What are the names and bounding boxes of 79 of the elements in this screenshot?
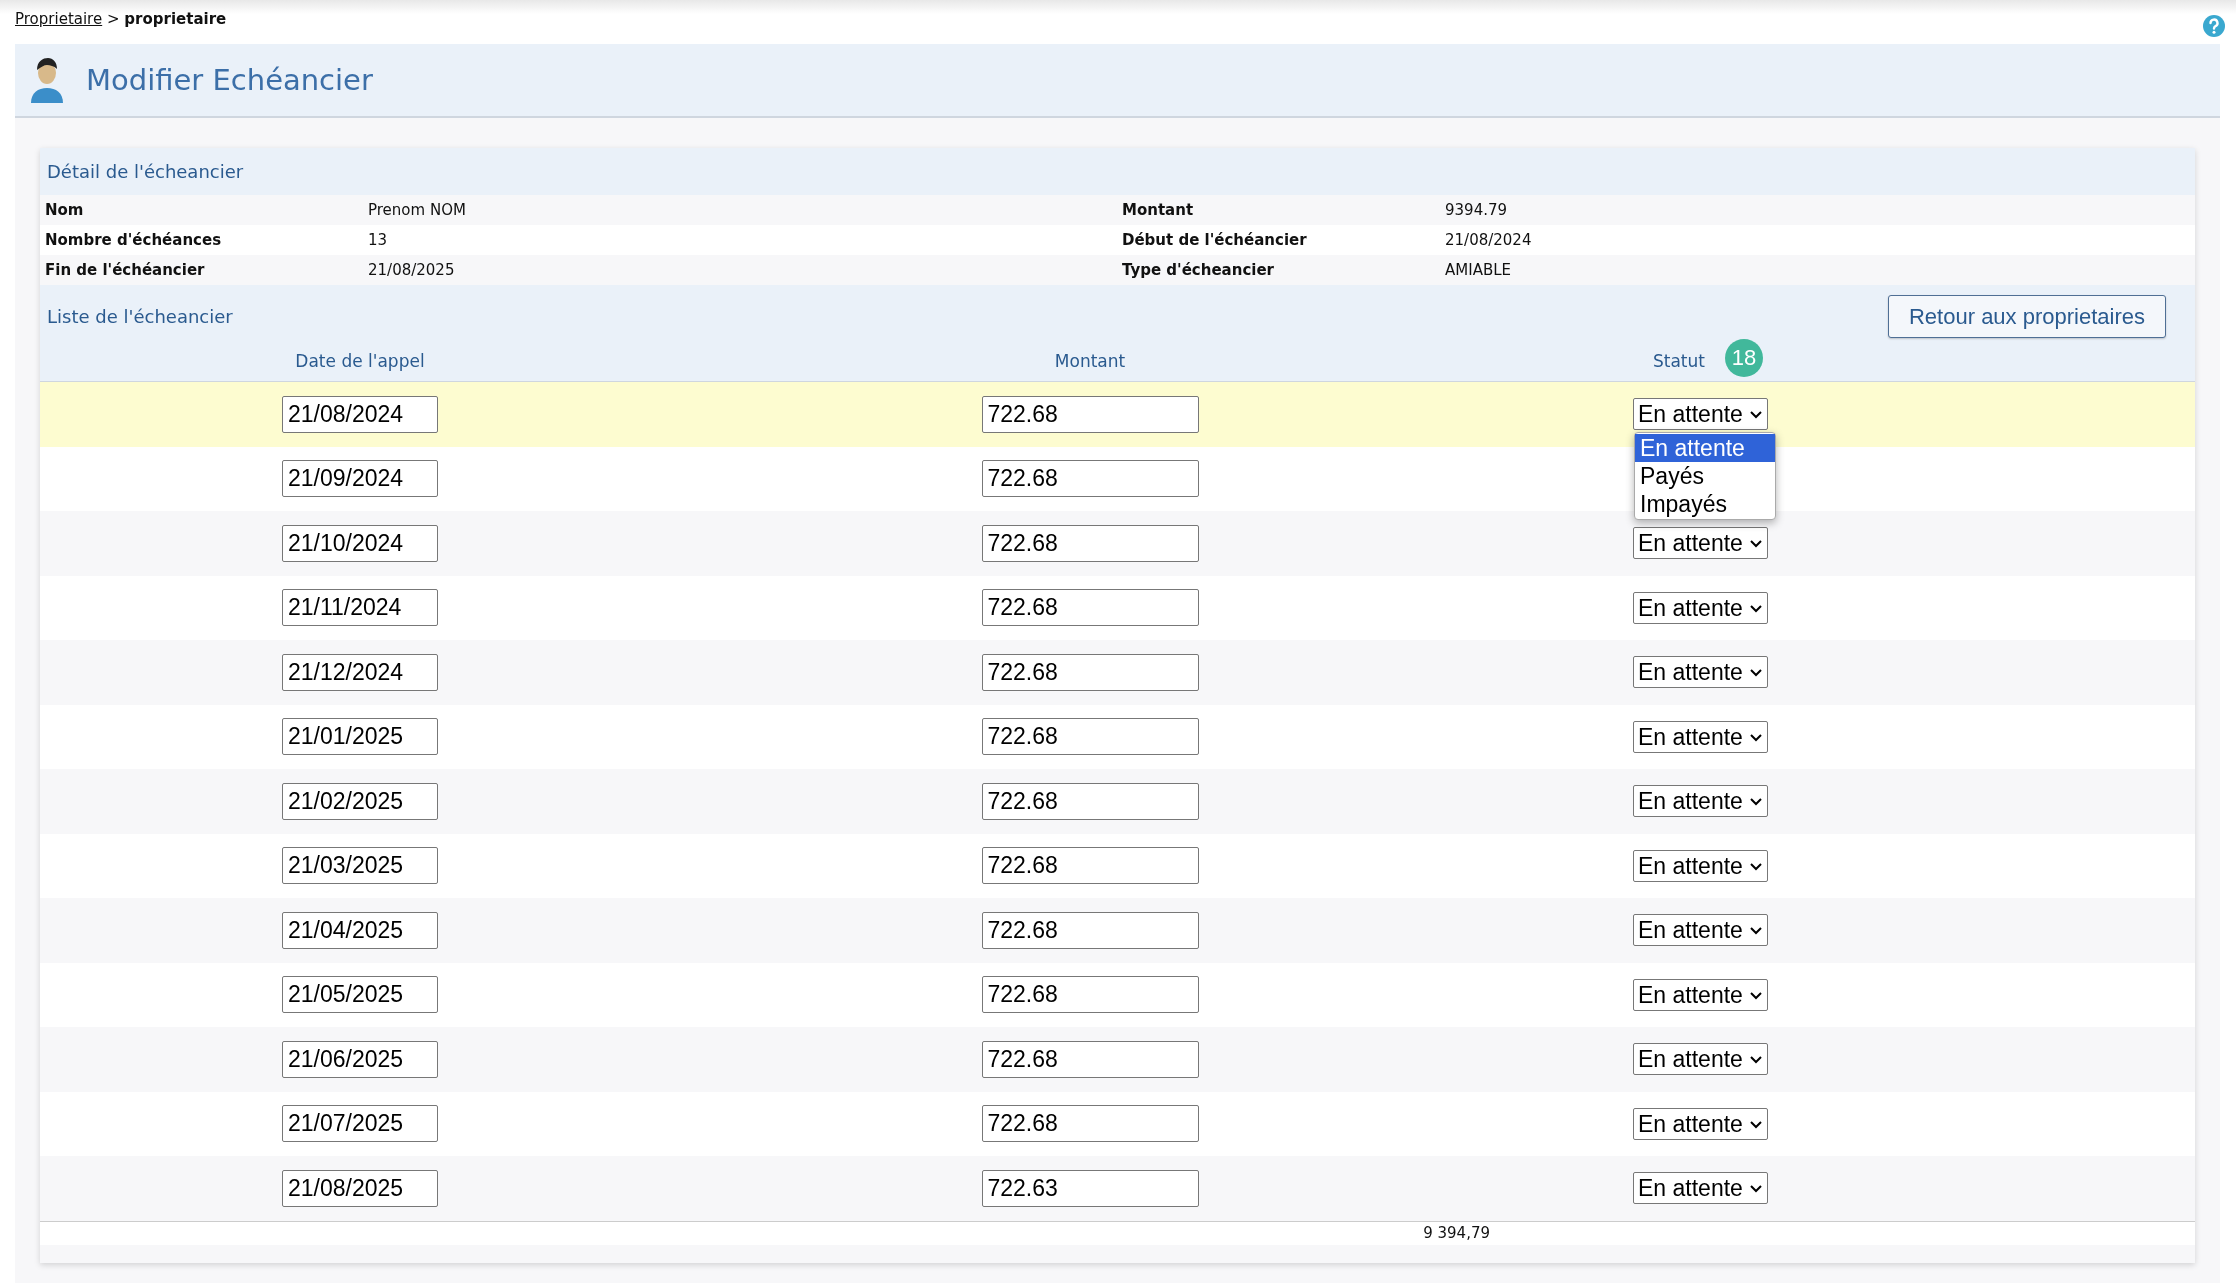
back-button[interactable]: Retour aux proprietaires <box>1888 295 2166 338</box>
status-select[interactable]: En attente <box>1633 1172 1768 1205</box>
date-field[interactable]: 21/12/2024 <box>282 653 438 691</box>
amount-field[interactable]: 722.68 <box>981 847 1199 885</box>
caret-icon <box>1748 796 1763 807</box>
amount-field[interactable]: 722.68 <box>981 395 1199 433</box>
amount-field[interactable]: 722.68 <box>981 589 1199 627</box>
amount-field[interactable]: 722.68 <box>981 911 1199 949</box>
date-field[interactable]: 21/10/2024 <box>282 524 438 562</box>
field-label: Nombre d'échéances <box>45 229 223 251</box>
caret-icon <box>1748 989 1763 1000</box>
field-label: Type d'écheancier <box>1122 259 1275 281</box>
field-value: 13 <box>368 229 389 251</box>
field-label: Nom <box>45 199 85 221</box>
column-header: Date de l'appel <box>295 349 425 373</box>
caret-icon <box>1748 1118 1763 1129</box>
help-icon[interactable] <box>2202 14 2226 38</box>
user-icon <box>30 56 64 104</box>
status-select[interactable]: En attente <box>1633 398 1768 431</box>
status-select[interactable]: En attente <box>1633 849 1768 882</box>
dropdown-option[interactable]: Payés <box>1635 462 1775 491</box>
status-select[interactable]: En attente <box>1633 720 1768 753</box>
status-select[interactable]: En attente <box>1633 591 1768 624</box>
field-value: 21/08/2024 <box>1445 229 1533 251</box>
section-title: Liste de l'écheancier <box>47 305 233 329</box>
caret-icon <box>1748 1183 1763 1194</box>
amount-field[interactable]: 722.68 <box>981 1040 1199 1078</box>
amount-field[interactable]: 722.68 <box>981 524 1199 562</box>
status-select[interactable]: En attente <box>1633 656 1768 689</box>
date-field[interactable]: 21/08/2024 <box>282 395 438 433</box>
status-select[interactable]: En attente <box>1633 1107 1768 1140</box>
date-field[interactable]: 21/04/2025 <box>282 911 438 949</box>
status-select[interactable]: En attente <box>1633 978 1768 1011</box>
field-value: 9394.79 <box>1445 199 1509 221</box>
amount-field[interactable]: 722.63 <box>981 1169 1199 1207</box>
caret-icon <box>1748 667 1763 678</box>
caret-icon <box>1748 409 1763 420</box>
breadcrumb-current: proprietaire <box>124 10 227 28</box>
status-select[interactable]: En attente <box>1633 527 1768 560</box>
caret-icon <box>1748 860 1763 871</box>
breadcrumb-link[interactable]: Proprietaire <box>15 10 103 28</box>
amount-field[interactable]: 722.68 <box>981 460 1199 498</box>
amount-field[interactable]: 722.68 <box>981 718 1199 756</box>
amount-field[interactable]: 722.68 <box>981 976 1199 1014</box>
column-header: Statut <box>1653 350 1705 371</box>
caret-icon <box>1748 538 1763 549</box>
amount-field[interactable]: 722.68 <box>981 1105 1199 1143</box>
section-title: Détail de l'écheancier <box>46 160 245 184</box>
column-header: Montant <box>1054 349 1126 373</box>
caret-icon <box>1748 925 1763 936</box>
caret-icon <box>1748 1054 1763 1065</box>
status-select[interactable]: En attente <box>1633 785 1768 818</box>
date-field[interactable]: 21/02/2025 <box>282 782 438 820</box>
dropdown-option[interactable]: En attente <box>1635 434 1775 463</box>
date-field[interactable]: 21/03/2025 <box>282 847 438 885</box>
breadcrumb-separator: > <box>106 10 120 28</box>
status-select[interactable]: En attente <box>1633 914 1768 947</box>
date-field[interactable]: 21/09/2024 <box>282 460 438 498</box>
amount-field[interactable]: 722.68 <box>981 653 1199 691</box>
date-field[interactable]: 21/01/2025 <box>282 718 438 756</box>
field-label: Début de l'échéancier <box>1122 229 1308 251</box>
field-value: AMIABLE <box>1445 259 1512 281</box>
status-select[interactable]: En attente <box>1633 1043 1768 1076</box>
caret-icon <box>1748 731 1763 742</box>
date-field[interactable]: 21/06/2025 <box>282 1040 438 1078</box>
amount-field[interactable]: 722.68 <box>981 782 1199 820</box>
date-field[interactable]: 21/11/2024 <box>282 589 438 627</box>
field-label: Fin de l'échéancier <box>45 259 206 281</box>
count-badge: 18 <box>1725 338 1763 377</box>
field-value: 21/08/2025 <box>368 259 456 281</box>
field-value: Prenom NOM <box>368 199 467 221</box>
dropdown-option[interactable]: Impayés <box>1635 490 1775 519</box>
date-field[interactable]: 21/05/2025 <box>282 976 438 1014</box>
page-title: Modifier Echéancier <box>86 62 373 98</box>
field-label: Montant <box>1122 199 1195 221</box>
date-field[interactable]: 21/07/2025 <box>282 1105 438 1143</box>
caret-icon <box>1748 602 1763 613</box>
total-amount: 9 394,79 <box>1423 1222 1491 1244</box>
date-field[interactable]: 21/08/2025 <box>282 1169 438 1207</box>
